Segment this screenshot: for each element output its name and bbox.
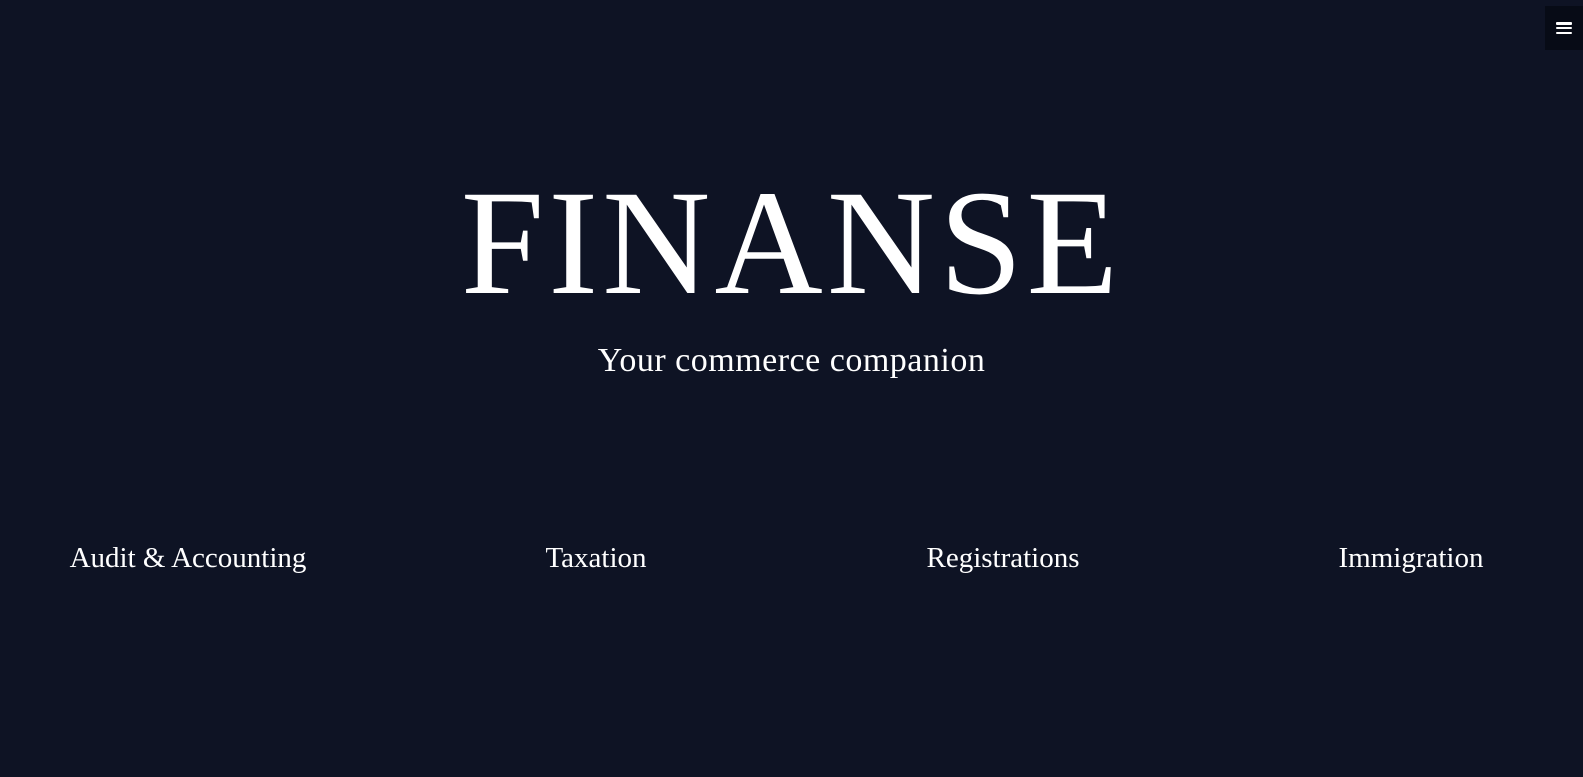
hero-title: FINANSE <box>460 160 1123 326</box>
hero-subtitle: Your commerce companion <box>597 342 986 379</box>
services-nav: Audit & Accounting Taxation Registration… <box>0 538 1583 578</box>
service-link-audit-accounting[interactable]: Audit & Accounting <box>70 538 307 578</box>
service-link-taxation[interactable]: Taxation <box>545 538 646 578</box>
service-link-registrations[interactable]: Registrations <box>926 538 1079 578</box>
page: FINANSE Your commerce companion Audit & … <box>0 0 1583 777</box>
hamburger-menu-icon <box>1556 22 1572 34</box>
service-link-immigration[interactable]: Immigration <box>1339 538 1484 578</box>
menu-toggle-button[interactable] <box>1545 6 1583 50</box>
